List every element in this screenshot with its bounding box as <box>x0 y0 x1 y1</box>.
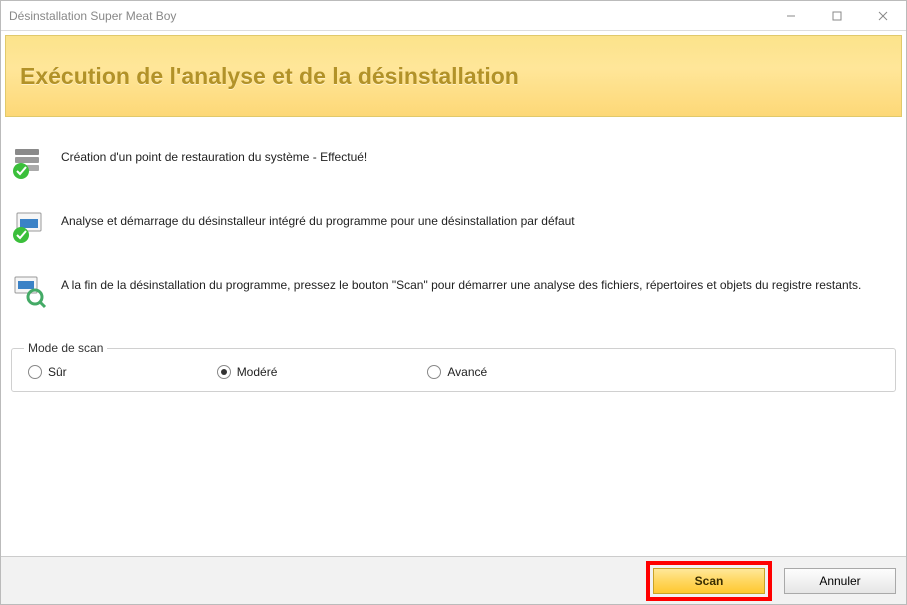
radio-advanced-label: Avancé <box>447 365 487 379</box>
wizard-header: Exécution de l'analyse et de la désinsta… <box>5 35 902 117</box>
step-uninstaller-text: Analyse et démarrage du désinstalleur in… <box>61 209 896 230</box>
radio-moderate-label: Modéré <box>237 365 278 379</box>
wizard-heading: Exécution de l'analyse et de la désinsta… <box>20 63 519 90</box>
uninstall-wizard-window: Désinstallation Super Meat Boy Exécution… <box>0 0 907 605</box>
radio-safe-indicator <box>28 365 42 379</box>
radio-moderate-indicator <box>217 365 231 379</box>
step-scan-prompt-text: A la fin de la désinstallation du progra… <box>61 273 896 294</box>
radio-safe[interactable]: Sûr <box>28 365 67 379</box>
maximize-button[interactable] <box>814 1 860 30</box>
minimize-button[interactable] <box>768 1 814 30</box>
scan-button[interactable]: Scan <box>653 568 765 594</box>
scan-magnifier-icon <box>11 273 47 309</box>
titlebar: Désinstallation Super Meat Boy <box>1 1 906 31</box>
step-restore-point-text: Création d'un point de restauration du s… <box>61 145 896 166</box>
server-check-icon <box>11 145 47 181</box>
monitor-check-icon <box>11 209 47 245</box>
wizard-content: Création d'un point de restauration du s… <box>1 121 906 556</box>
step-restore-point: Création d'un point de restauration du s… <box>11 131 896 195</box>
radio-moderate[interactable]: Modéré <box>217 365 278 379</box>
step-uninstaller: Analyse et démarrage du désinstalleur in… <box>11 195 896 259</box>
radio-safe-label: Sûr <box>48 365 67 379</box>
scan-mode-group: Mode de scan Sûr Modéré Avancé <box>11 341 896 392</box>
radio-advanced[interactable]: Avancé <box>427 365 487 379</box>
window-controls <box>768 1 906 30</box>
scan-mode-options: Sûr Modéré Avancé <box>24 365 883 379</box>
close-button[interactable] <box>860 1 906 30</box>
scan-mode-legend: Mode de scan <box>24 341 107 355</box>
radio-advanced-indicator <box>427 365 441 379</box>
cancel-button[interactable]: Annuler <box>784 568 896 594</box>
step-scan-prompt: A la fin de la désinstallation du progra… <box>11 259 896 323</box>
window-title: Désinstallation Super Meat Boy <box>9 9 768 23</box>
scan-button-highlight: Scan <box>646 561 772 601</box>
wizard-footer: Scan Annuler <box>1 556 906 604</box>
